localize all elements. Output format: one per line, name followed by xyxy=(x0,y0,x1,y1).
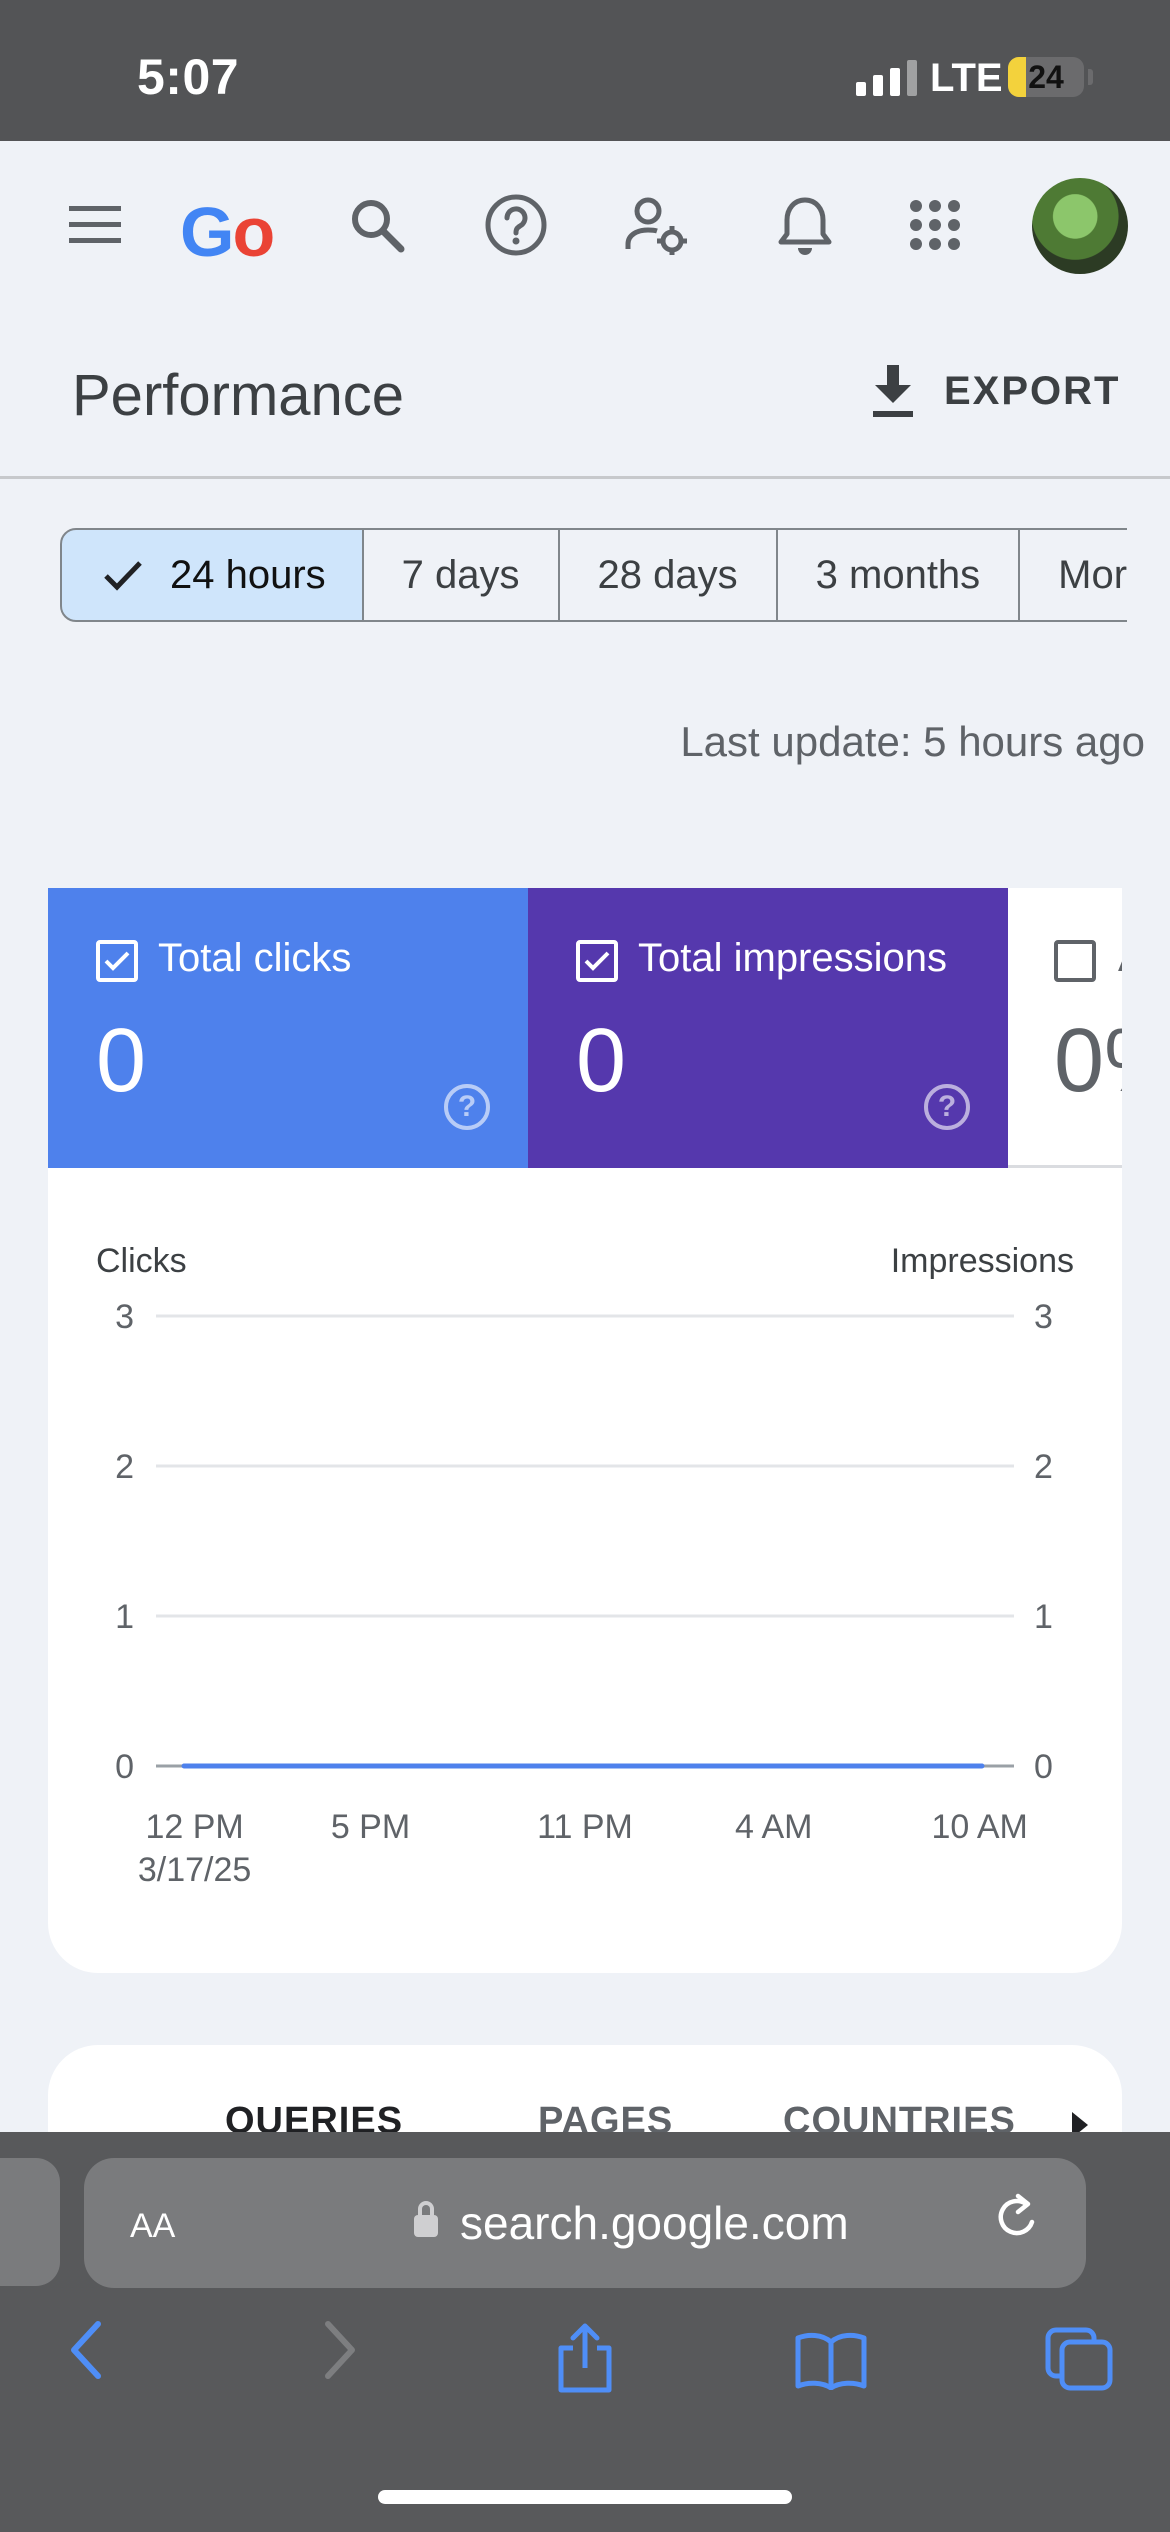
chip-3-months[interactable]: 3 months xyxy=(777,528,1021,622)
notifications-icon[interactable] xyxy=(770,190,840,260)
logo-g: G xyxy=(180,193,234,271)
last-update-text: Last update: 5 hours ago xyxy=(680,718,1145,765)
x-tick-label: 10 AM xyxy=(931,1808,1027,1846)
help-icon[interactable] xyxy=(481,190,551,260)
url-display[interactable]: search.google.com xyxy=(414,2196,849,2250)
metric-label: Total impressions xyxy=(638,936,948,980)
download-icon xyxy=(873,365,913,417)
avatar[interactable] xyxy=(1032,178,1128,274)
network-type: LTE xyxy=(930,56,1003,100)
chip-7-days[interactable]: 7 days xyxy=(363,528,560,622)
y-tick-label-left: 0 xyxy=(115,1748,134,1786)
logo-o: o xyxy=(232,193,275,271)
x-tick-sublabel: 3/17/25 xyxy=(138,1851,251,1889)
app-header xyxy=(0,141,1170,311)
performance-chart-card: Clicks Impressions 0 0 1 1 2 2 3 3 12 PM 3/17/25 5 P… xyxy=(48,1168,1122,1973)
y-tick-label-right: 2 xyxy=(1034,1448,1053,1486)
home-indicator xyxy=(378,2490,792,2504)
text-size-button[interactable]: AA xyxy=(130,2194,175,2248)
forward-icon[interactable] xyxy=(320,2318,360,2387)
y-axis-label-left: Clicks xyxy=(96,1242,187,1280)
chip-28-days[interactable]: 28 days xyxy=(559,528,778,622)
x-tick-label: 5 PM xyxy=(331,1808,410,1846)
x-tick-label: 11 PM xyxy=(537,1808,633,1846)
page-title: Performance xyxy=(72,363,405,428)
search-icon[interactable] xyxy=(342,190,412,260)
url-text: search.google.com xyxy=(460,2197,849,2249)
header-divider xyxy=(0,476,1170,479)
signal-icon xyxy=(856,60,917,96)
help-icon[interactable]: ? xyxy=(924,1084,970,1130)
chip-label: Mor xyxy=(1058,552,1128,597)
battery-level: 24 xyxy=(1028,58,1064,95)
back-icon[interactable] xyxy=(66,2318,106,2387)
metric-value: 0 xyxy=(576,1011,627,1111)
chip-label: 3 months xyxy=(815,552,981,597)
checkbox-clicks[interactable] xyxy=(96,940,138,982)
y-tick-label-right: 3 xyxy=(1034,1298,1053,1336)
reload-icon[interactable] xyxy=(992,2192,1042,2251)
chip-more[interactable]: Mor xyxy=(1020,528,1128,622)
performance-chart: Clicks Impressions 0 0 1 1 2 2 3 3 12 PM 3/17/25 5 P… xyxy=(96,1242,1074,1889)
export-label: EXPORT xyxy=(944,368,1121,413)
apps-grid-icon[interactable] xyxy=(900,190,970,260)
admin-settings-icon[interactable] xyxy=(622,190,692,260)
date-range-chips: 24 hours 7 days 28 days 3 months Mor xyxy=(60,528,1170,622)
y-tick-label-left: 2 xyxy=(115,1448,134,1486)
status-bar: 5:07 LTE 24 xyxy=(0,0,1170,141)
checkbox-ctr[interactable] xyxy=(1054,940,1096,982)
export-button[interactable]: EXPORT xyxy=(868,360,1120,422)
check-icon xyxy=(102,558,144,592)
chip-label: 28 days xyxy=(597,552,738,597)
chip-label: 7 days xyxy=(401,552,520,597)
metric-card-ctr[interactable]: A 0% xyxy=(1008,888,1122,1168)
metric-card-clicks[interactable]: Total clicks 0 ? xyxy=(48,888,528,1168)
metric-value: 0% xyxy=(1054,1011,1122,1111)
menu-icon[interactable] xyxy=(60,190,130,260)
tabs-icon[interactable] xyxy=(1044,2326,1114,2397)
battery-nub xyxy=(1088,69,1093,85)
help-icon[interactable]: ? xyxy=(444,1084,490,1130)
metric-value: 0 xyxy=(96,1011,147,1111)
y-tick-label-right: 1 xyxy=(1034,1598,1053,1636)
y-tick-label-right: 0 xyxy=(1034,1748,1053,1786)
status-time: 5:07 xyxy=(137,49,240,105)
metric-card-impressions[interactable]: Total impressions 0 ? xyxy=(528,888,1008,1168)
checkbox-impressions[interactable] xyxy=(576,940,618,982)
metric-label: A xyxy=(1118,936,1122,981)
aa-label: AA xyxy=(130,2207,176,2245)
x-tick-label: 4 AM xyxy=(735,1808,812,1846)
battery-icon: 24 xyxy=(1008,57,1084,97)
chip-label: 24 hours xyxy=(170,552,326,597)
y-tick-label-left: 1 xyxy=(115,1598,134,1636)
y-axis-label-right: Impressions xyxy=(891,1242,1074,1280)
previous-tab-preview[interactable] xyxy=(0,2158,60,2286)
x-tick-label: 12 PM xyxy=(145,1808,243,1846)
y-tick-label-left: 3 xyxy=(115,1298,134,1336)
metric-label: Total clicks xyxy=(158,936,352,980)
share-icon[interactable] xyxy=(553,2322,617,2399)
google-logo[interactable]: Go xyxy=(180,192,275,272)
lock-icon xyxy=(414,2201,438,2237)
chip-24-hours[interactable]: 24 hours xyxy=(60,528,364,622)
bookmarks-icon[interactable] xyxy=(794,2330,868,2395)
